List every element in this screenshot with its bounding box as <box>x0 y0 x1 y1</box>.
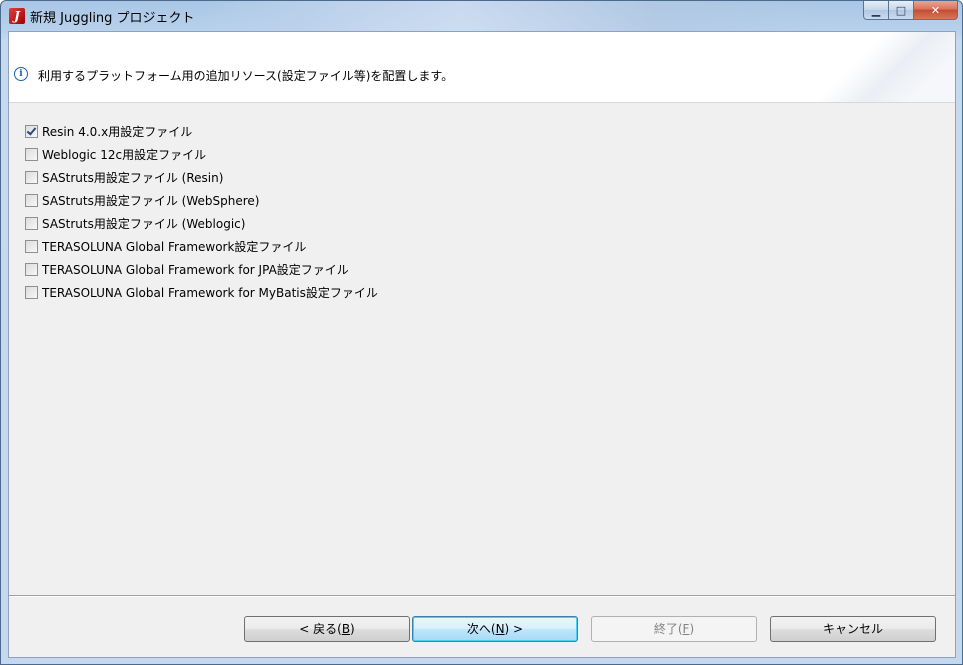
option-row[interactable]: TERASOLUNA Global Framework for JPA設定ファイ… <box>25 258 378 281</box>
checkbox-unchecked[interactable] <box>25 194 38 207</box>
finish-button[interactable]: 終了(F) <box>591 616 757 642</box>
window-controls: ▁ □ ✕ <box>863 1 958 21</box>
option-row[interactable]: SAStruts用設定ファイル (WebSphere) <box>25 189 378 212</box>
checkbox-unchecked[interactable] <box>25 263 38 276</box>
button-bar-separator <box>9 595 955 597</box>
option-label: SAStruts用設定ファイル (WebSphere) <box>42 194 260 208</box>
minimize-button[interactable]: ▁ <box>863 1 889 20</box>
close-icon: ✕ <box>930 3 941 17</box>
next-button-mnemonic: N <box>495 622 505 636</box>
checkbox-unchecked[interactable] <box>25 240 38 253</box>
minimize-icon: ▁ <box>871 3 881 17</box>
back-button-mnemonic: B <box>341 622 351 636</box>
checkbox-unchecked[interactable] <box>25 286 38 299</box>
option-row[interactable]: SAStruts用設定ファイル (Weblogic) <box>25 212 378 235</box>
juggling-app-icon: J <box>9 8 25 24</box>
next-button-label-end: ) > <box>504 622 524 636</box>
checkbox-checked[interactable] <box>25 125 38 138</box>
back-button[interactable]: < 戻る(B) <box>244 616 410 642</box>
option-label: SAStruts用設定ファイル (Resin) <box>42 171 224 185</box>
title-bar[interactable]: J 新規 Juggling プロジェクト ▁ □ ✕ <box>1 1 962 31</box>
option-row[interactable]: SAStruts用設定ファイル (Resin) <box>25 166 378 189</box>
banner-decoration <box>795 32 955 102</box>
option-label: TERASOLUNA Global Framework for JPA設定ファイ… <box>42 263 349 277</box>
dialog-window: J 新規 Juggling プロジェクト ▁ □ ✕ i 利用するプラットフォー… <box>0 0 963 665</box>
maximize-button[interactable]: □ <box>889 1 914 20</box>
option-row[interactable]: TERASOLUNA Global Framework for MyBatis設… <box>25 281 378 304</box>
option-row[interactable]: TERASOLUNA Global Framework設定ファイル <box>25 235 378 258</box>
window-title: 新規 Juggling プロジェクト <box>30 11 195 26</box>
cancel-button-label: キャンセル <box>822 622 883 636</box>
finish-button-label-end: ) <box>689 622 695 636</box>
finish-button-label: 終了( <box>653 622 683 636</box>
dialog-client-area: i 利用するプラットフォーム用の追加リソース(設定ファイル等)を配置します。 R… <box>8 31 956 658</box>
resource-options-list: Resin 4.0.x用設定ファイル Weblogic 12c用設定ファイル SAS… <box>25 120 378 304</box>
back-button-label-end: ) <box>350 622 355 636</box>
close-button[interactable]: ✕ <box>914 1 958 20</box>
checkbox-unchecked[interactable] <box>25 217 38 230</box>
title-bar-decoration <box>201 1 851 31</box>
wizard-banner: i 利用するプラットフォーム用の追加リソース(設定ファイル等)を配置します。 <box>9 32 955 103</box>
back-button-label: < 戻る( <box>299 622 342 636</box>
option-label: TERASOLUNA Global Framework for MyBatis設… <box>42 286 378 300</box>
next-button[interactable]: 次へ(N) > <box>412 616 578 642</box>
cancel-button[interactable]: キャンセル <box>770 616 936 642</box>
maximize-icon: □ <box>895 3 907 17</box>
checkbox-unchecked[interactable] <box>25 148 38 161</box>
checkbox-unchecked[interactable] <box>25 171 38 184</box>
option-label: SAStruts用設定ファイル (Weblogic) <box>42 217 246 231</box>
option-label: Resin 4.0.x用設定ファイル <box>42 125 193 139</box>
option-row[interactable]: Resin 4.0.x用設定ファイル <box>25 120 378 143</box>
banner-message: 利用するプラットフォーム用の追加リソース(設定ファイル等)を配置します。 <box>38 69 454 83</box>
option-label: TERASOLUNA Global Framework設定ファイル <box>42 240 307 254</box>
option-row[interactable]: Weblogic 12c用設定ファイル <box>25 143 378 166</box>
info-icon: i <box>14 67 28 81</box>
next-button-label: 次へ( <box>466 622 496 636</box>
option-label: Weblogic 12c用設定ファイル <box>42 148 207 162</box>
